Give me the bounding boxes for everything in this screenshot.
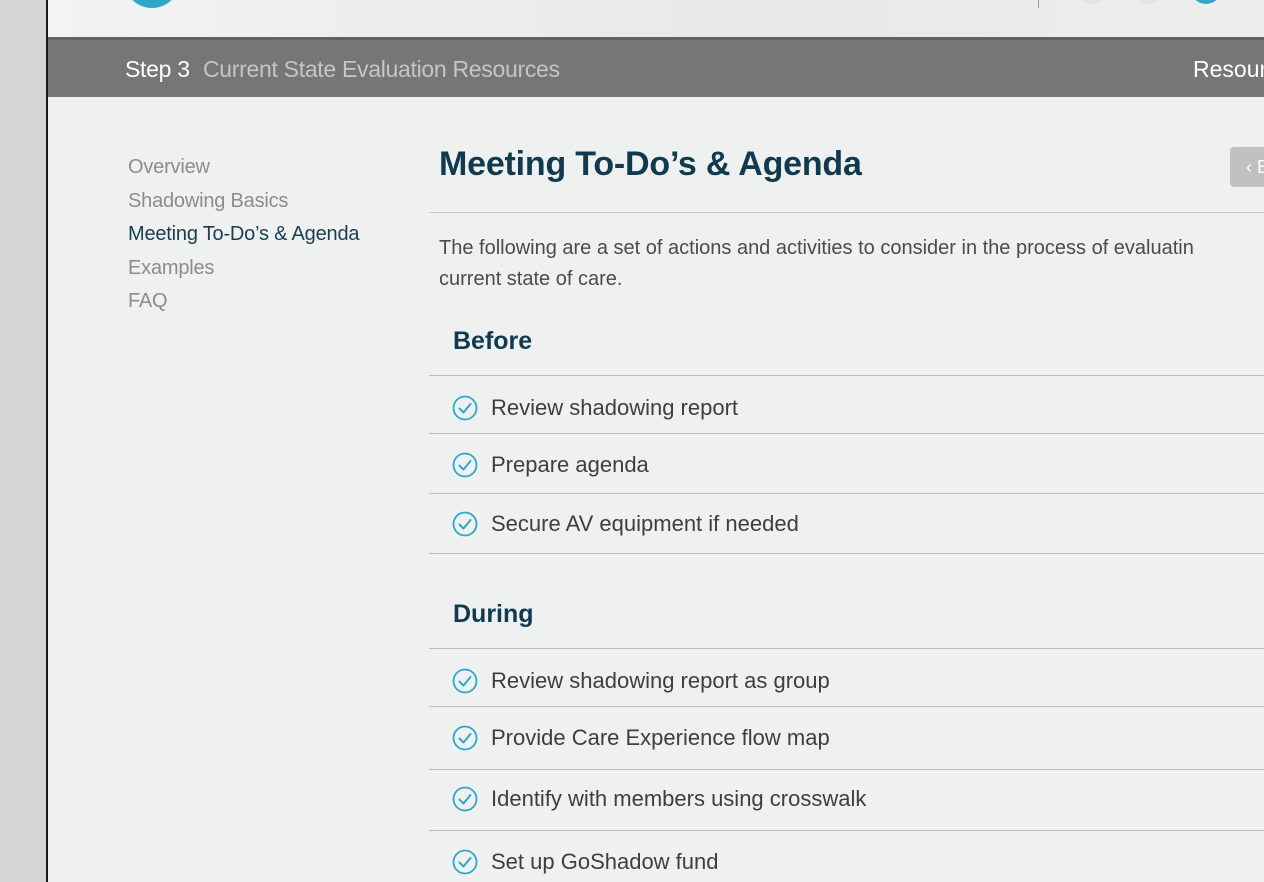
check-circle-icon	[452, 395, 478, 421]
sidebar-item-shadowing-basics[interactable]: Shadowing Basics	[128, 186, 359, 220]
checklist-item-label: Review shadowing report as group	[491, 668, 830, 693]
check-circle-icon	[452, 511, 478, 537]
intro-text: The following are a set of actions and a…	[439, 233, 1264, 295]
divider	[429, 375, 1264, 376]
checklist-item-label: Set up GoShadow fund	[491, 849, 719, 874]
checklist-item[interactable]: Provide Care Experience flow map	[452, 723, 830, 753]
back-button[interactable]: ‹ B	[1230, 147, 1264, 187]
step-title: Current State Evaluation Resources	[203, 56, 560, 82]
checklist-item[interactable]: Secure AV equipment if needed	[452, 509, 799, 539]
sidebar-item-faq[interactable]: FAQ	[128, 286, 359, 320]
app-frame: Step 3 Current State Evaluation Resource…	[46, 0, 1264, 882]
check-circle-icon	[452, 725, 478, 751]
top-bar	[48, 0, 1264, 37]
check-circle-icon	[452, 786, 478, 812]
checklist-item-label: Provide Care Experience flow map	[491, 725, 830, 750]
checklist-item[interactable]: Prepare agenda	[452, 450, 649, 480]
divider	[429, 706, 1264, 707]
nav-circle-1[interactable]	[1078, 0, 1108, 4]
intro-line-1: The following are a set of actions and a…	[439, 237, 1194, 259]
check-circle-icon	[452, 849, 478, 875]
resources-link[interactable]: Resour	[1193, 56, 1264, 83]
checklist-item[interactable]: Identify with members using crosswalk	[452, 784, 866, 814]
checklist-item-label: Secure AV equipment if needed	[491, 511, 799, 536]
logo[interactable]	[124, 0, 180, 8]
divider	[429, 433, 1264, 434]
divider	[429, 648, 1264, 649]
divider	[429, 493, 1264, 494]
section-heading-before: Before	[453, 327, 533, 355]
nav-circle-2[interactable]	[1134, 0, 1164, 4]
sidebar-item-overview[interactable]: Overview	[128, 152, 359, 186]
check-circle-icon	[452, 452, 478, 478]
section-heading-during: During	[453, 600, 534, 628]
sidebar-item-meeting-todos[interactable]: Meeting To-Do’s & Agenda	[128, 219, 359, 253]
divider	[429, 769, 1264, 770]
page-title: Meeting To-Do’s & Agenda	[439, 145, 862, 183]
checklist-item-label: Review shadowing report	[491, 395, 739, 420]
side-navigation: Overview Shadowing Basics Meeting To-Do’…	[128, 152, 359, 320]
checklist-item[interactable]: Review shadowing report	[452, 393, 738, 423]
intro-line-2: current state of care.	[439, 268, 623, 290]
step-label: Step 3	[125, 56, 190, 82]
checklist-item[interactable]: Set up GoShadow fund	[452, 847, 719, 877]
divider	[429, 830, 1264, 831]
check-circle-icon	[452, 668, 478, 694]
topbar-divider	[1038, 0, 1039, 8]
nav-circle-3[interactable]	[1191, 0, 1221, 4]
checklist-item-label: Prepare agenda	[491, 452, 649, 477]
divider	[429, 553, 1264, 554]
checklist-item-label: Identify with members using crosswalk	[491, 786, 867, 811]
title-divider	[429, 212, 1264, 213]
sidebar-item-examples[interactable]: Examples	[128, 253, 359, 287]
step-bar: Step 3 Current State Evaluation Resource…	[48, 37, 1264, 97]
checklist-item[interactable]: Review shadowing report as group	[452, 666, 830, 696]
